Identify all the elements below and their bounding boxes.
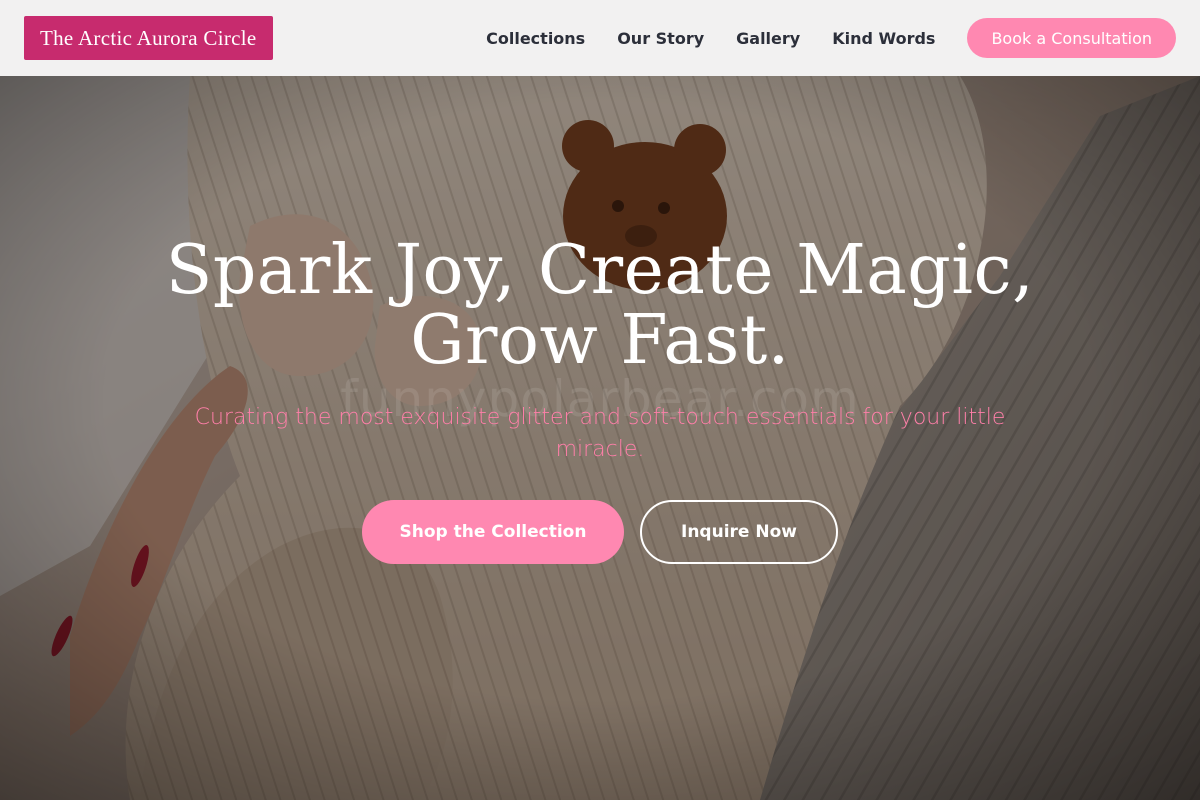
hero-subtitle: Curating the most exquisite glitter and … [194, 405, 1006, 462]
site-header: The Arctic Aurora Circle Collections Our… [0, 0, 1200, 76]
hero-title: Spark Joy, Create Magic, Grow Fast. [100, 236, 1100, 376]
brand-logo[interactable]: The Arctic Aurora Circle [24, 16, 273, 60]
nav-link-gallery[interactable]: Gallery [736, 29, 800, 48]
hero-title-line-2: Grow Fast. [410, 301, 790, 380]
hero-title-line-1: Spark Joy, Create Magic, [165, 231, 1035, 310]
main-nav: Collections Our Story Gallery Kind Words… [486, 18, 1176, 58]
nav-link-our-story[interactable]: Our Story [617, 29, 704, 48]
landing-page: The Arctic Aurora Circle Collections Our… [0, 0, 1200, 800]
book-consultation-button[interactable]: Book a Consultation [967, 18, 1176, 58]
hero-section: funnypolarbear.com Spark Joy, Create Mag… [0, 76, 1200, 800]
nav-link-collections[interactable]: Collections [486, 29, 585, 48]
inquire-now-button[interactable]: Inquire Now [640, 500, 838, 564]
shop-collection-button[interactable]: Shop the Collection [362, 500, 624, 564]
nav-link-kind-words[interactable]: Kind Words [832, 29, 935, 48]
